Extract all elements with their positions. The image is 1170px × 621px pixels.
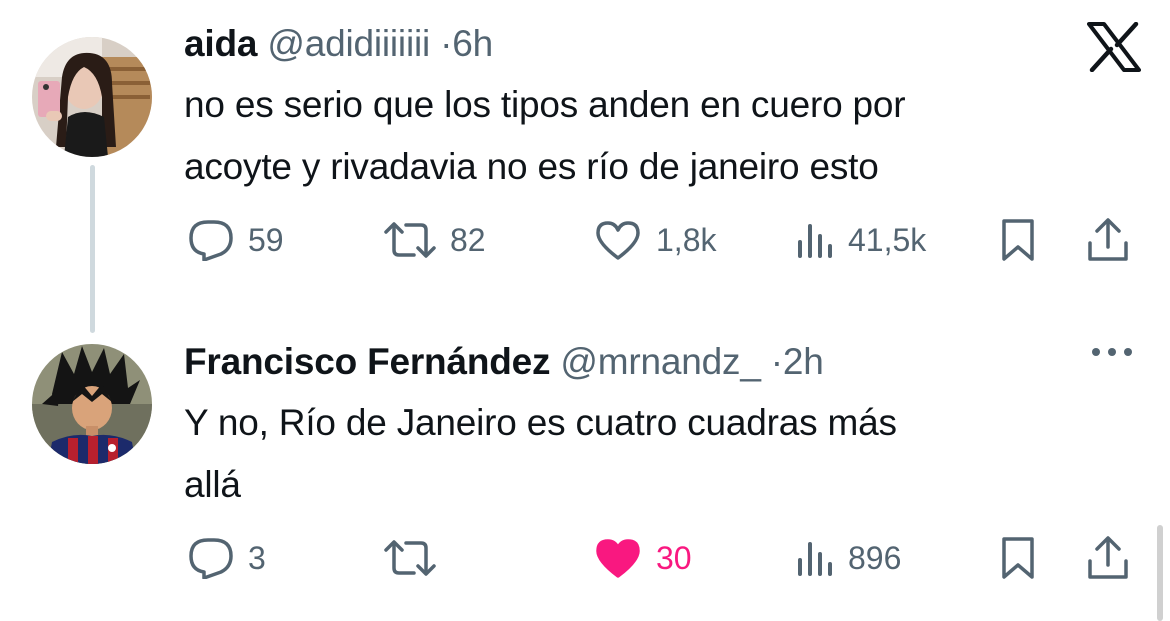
avatar-aida[interactable] xyxy=(32,37,152,157)
reply-icon xyxy=(189,538,233,579)
view-count: 41,5k xyxy=(848,221,927,258)
reply-count: 3 xyxy=(248,539,266,576)
like-icon-filled xyxy=(596,539,640,578)
reply-button[interactable]: 59 xyxy=(188,215,284,265)
repost-button[interactable]: 82 xyxy=(382,215,486,265)
tweet-thread-screen: aida @adidiiiiiii ·6h no es serio que lo… xyxy=(0,0,1170,621)
views-icon xyxy=(798,224,832,258)
tweet-header: Francisco Fernández @mrnandz_ ·2h xyxy=(184,340,824,384)
repost-button[interactable] xyxy=(382,533,452,583)
author-name[interactable]: Francisco Fernández xyxy=(184,341,551,382)
header-separator: · xyxy=(770,341,783,382)
bookmark-button[interactable] xyxy=(1000,215,1036,265)
bookmark-icon xyxy=(1002,219,1034,261)
like-button[interactable]: 30 xyxy=(594,533,692,583)
tweet-text-line: allá xyxy=(184,464,241,505)
header-separator: · xyxy=(440,23,453,64)
share-button[interactable] xyxy=(1086,215,1130,265)
share-icon xyxy=(1088,536,1128,579)
views-icon xyxy=(798,542,832,576)
like-count: 1,8k xyxy=(656,221,717,258)
share-icon xyxy=(1088,218,1128,261)
thread-connector-line xyxy=(90,165,95,333)
tweet-text-line: acoyte y rivadavia no es río de janeiro … xyxy=(184,146,879,187)
like-count: 30 xyxy=(656,539,692,576)
tweet-text: no es serio que los tipos anden en cuero… xyxy=(184,74,906,198)
views-button[interactable]: 896 xyxy=(796,533,901,583)
like-icon xyxy=(596,221,640,260)
avatar-aida-image xyxy=(32,37,152,157)
reply-icon xyxy=(189,220,233,261)
reply-count: 59 xyxy=(248,221,284,258)
tweet-header: aida @adidiiiiiii ·6h xyxy=(184,22,493,66)
more-options-button[interactable] xyxy=(1091,345,1133,363)
tweet-time[interactable]: 2h xyxy=(783,341,824,382)
views-button[interactable]: 41,5k xyxy=(796,215,926,265)
reply-button[interactable]: 3 xyxy=(188,533,266,583)
tweet-time[interactable]: 6h xyxy=(452,23,493,64)
repost-icon xyxy=(384,222,436,258)
share-button[interactable] xyxy=(1086,533,1130,583)
avatar-francisco-image xyxy=(32,344,152,464)
x-logo-icon[interactable] xyxy=(1087,21,1141,77)
author-handle[interactable]: @mrnandz_ xyxy=(560,341,760,382)
view-count: 896 xyxy=(848,539,902,576)
avatar-francisco[interactable] xyxy=(32,344,152,464)
tweet-text-line: no es serio que los tipos anden en cuero… xyxy=(184,84,906,125)
bookmark-icon xyxy=(1002,537,1034,579)
more-icon xyxy=(1092,348,1132,356)
like-button[interactable]: 1,8k xyxy=(594,215,716,265)
repost-icon xyxy=(384,540,436,576)
author-name[interactable]: aida xyxy=(184,23,257,64)
tweet-text-line: Y no, Río de Janeiro es cuatro cuadras m… xyxy=(184,402,897,443)
bookmark-button[interactable] xyxy=(1000,533,1036,583)
repost-count: 82 xyxy=(450,221,486,258)
author-handle[interactable]: @adidiiiiiii xyxy=(267,23,430,64)
tweet-text: Y no, Río de Janeiro es cuatro cuadras m… xyxy=(184,392,897,516)
scrollbar-thumb[interactable] xyxy=(1157,525,1163,621)
